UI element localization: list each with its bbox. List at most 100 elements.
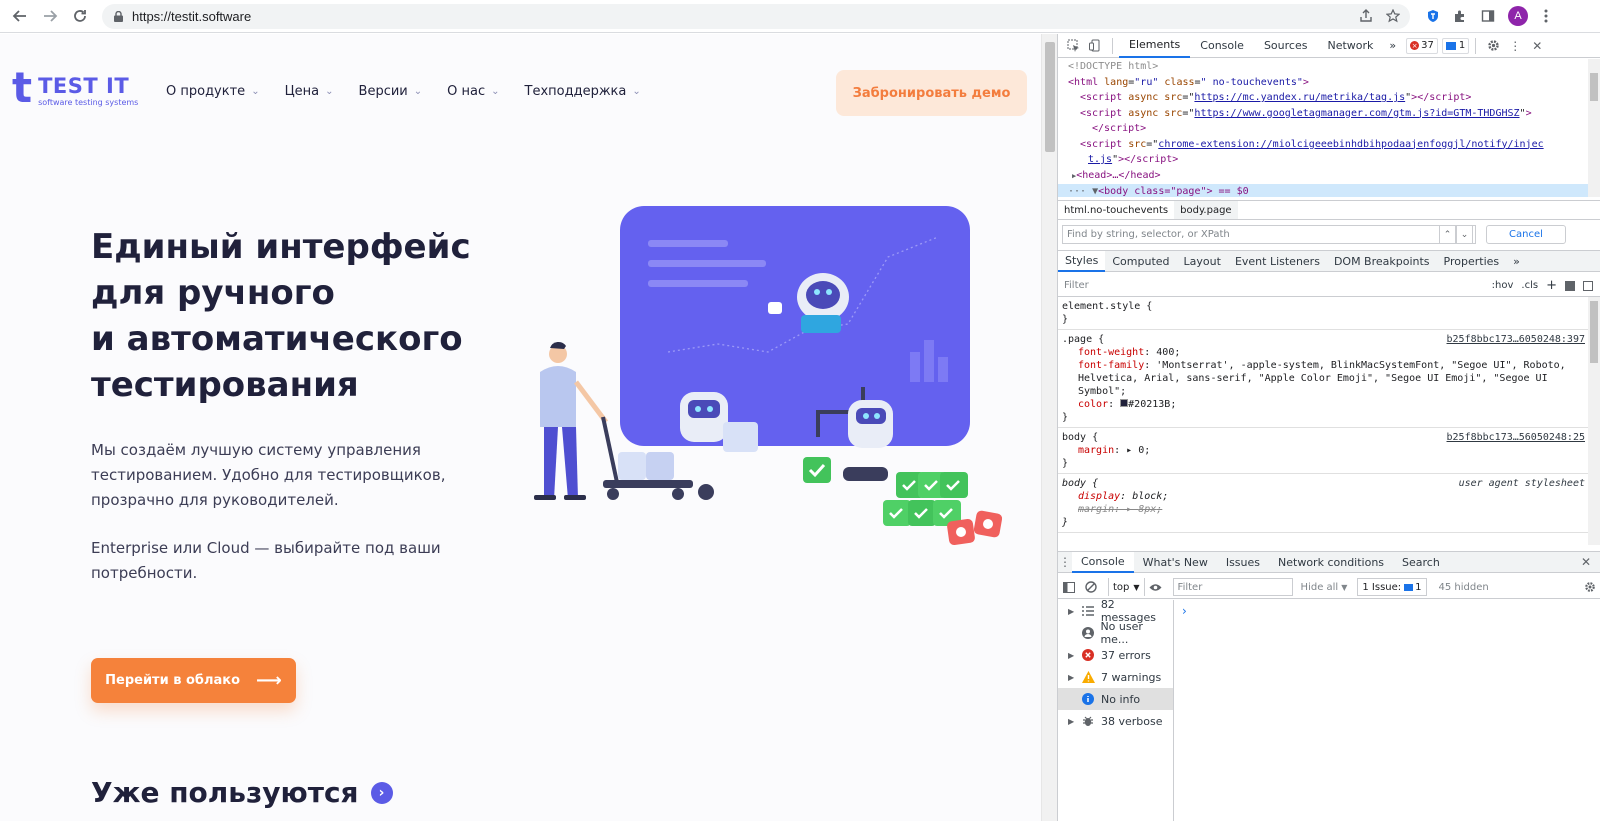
context-selector[interactable]: top ▼ [1108, 578, 1145, 596]
menu-item-product[interactable]: О продукте ⌄ [166, 84, 260, 99]
close-devtools-icon[interactable]: ✕ [1526, 35, 1548, 57]
script-src-link[interactable]: chrome-extension://miolcigeeebinhdbihpod… [1158, 139, 1543, 150]
tab-computed[interactable]: Computed [1105, 251, 1176, 272]
tab-layout[interactable]: Layout [1177, 251, 1228, 272]
back-icon[interactable] [8, 4, 32, 28]
dom-tree[interactable]: <!DOCTYPE html> <html lang="ru" class=" … [1058, 59, 1600, 197]
new-style-rule-icon[interactable]: + [1546, 278, 1557, 293]
more-tabs-button[interactable]: » [1383, 34, 1402, 58]
issue-count-badge[interactable]: 1 [1441, 37, 1470, 54]
rule-source-link[interactable]: b25f8bbc173…56050248:25 [1447, 431, 1585, 444]
dom-scrollbar-thumb[interactable] [1590, 73, 1598, 101]
page-scrollbar[interactable] [1041, 34, 1057, 821]
style-rule-page[interactable]: .page { b25f8bbc173…6050248:397 font-wei… [1058, 330, 1589, 428]
more-styles-tabs-button[interactable]: » [1506, 251, 1527, 272]
prop-display[interactable]: display: block; [1062, 490, 1585, 503]
search-next-icon[interactable]: ⌄ [1456, 225, 1473, 244]
style-rule-element[interactable]: element.style { } [1058, 297, 1589, 330]
console-prompt-icon[interactable]: › [1182, 604, 1187, 618]
cls-toggle[interactable]: .cls [1521, 280, 1538, 291]
breadcrumb-html[interactable]: html.no-touchevents [1058, 201, 1174, 219]
styles-scrollbar[interactable] [1588, 297, 1600, 545]
menu-item-versions[interactable]: Версии ⌄ [359, 84, 423, 99]
sidebar-item-warnings[interactable]: ▶ 7 warnings [1058, 666, 1173, 688]
extensions-puzzle-icon[interactable] [1449, 5, 1471, 27]
dom-line-script[interactable]: <script src="chrome-extension://miolcige… [1068, 137, 1600, 153]
rule-source-link[interactable]: b25f8bbc173…6050248:397 [1447, 333, 1585, 346]
prop-font-weight[interactable]: font-weight: 400; [1062, 346, 1585, 359]
prop-color[interactable]: color: #20213B; [1062, 398, 1585, 411]
menu-item-about[interactable]: О нас ⌄ [447, 84, 499, 99]
live-expression-eye-icon[interactable] [1145, 576, 1167, 598]
dom-line-script-close[interactable]: </script> [1068, 121, 1600, 137]
sidebar-item-errors[interactable]: ▶ 37 errors [1058, 644, 1173, 666]
prop-margin[interactable]: margin: ▸ 0; [1062, 444, 1585, 457]
menu-item-support[interactable]: Техподдержка ⌄ [525, 84, 641, 99]
breadcrumb-body[interactable]: body.page [1174, 201, 1238, 219]
console-sidebar-toggle-icon[interactable] [1058, 576, 1080, 598]
style-rule-body[interactable]: body { b25f8bbc173…56050248:25 margin: ▸… [1058, 428, 1589, 474]
drawer-tab-whats-new[interactable]: What's New [1134, 552, 1217, 573]
color-swatch[interactable] [1120, 399, 1129, 407]
script-src-link[interactable]: https://mc.yandex.ru/metrika/tag.js [1194, 92, 1405, 103]
forward-icon[interactable] [38, 4, 62, 28]
cancel-search-button[interactable]: Cancel [1486, 225, 1566, 244]
styles-filter-input[interactable]: Filter [1058, 280, 1492, 291]
dom-search-input[interactable]: Find by string, selector, or XPath [1062, 225, 1476, 244]
dom-scrollbar[interactable] [1588, 59, 1600, 197]
tab-properties[interactable]: Properties [1437, 251, 1507, 272]
sidebar-item-user-messages[interactable]: No user me... [1058, 620, 1173, 646]
dom-line-script-cont[interactable]: t.js"></script> [1068, 152, 1600, 168]
reload-icon[interactable] [68, 4, 92, 28]
drawer-tab-issues[interactable]: Issues [1217, 552, 1269, 573]
drawer-tab-network-conditions[interactable]: Network conditions [1269, 552, 1393, 573]
browser-menu-icon[interactable] [1535, 5, 1557, 27]
sidebar-item-messages[interactable]: ▶ 82 messages [1058, 598, 1173, 624]
hov-toggle[interactable]: :hov [1492, 280, 1514, 291]
style-rule-user-agent[interactable]: body { user agent stylesheet display: bl… [1058, 474, 1589, 533]
tab-console[interactable]: Console [1190, 34, 1254, 58]
shield-extension-icon[interactable] [1422, 5, 1444, 27]
log-levels-dropdown[interactable]: Hide all ▼ [1301, 582, 1348, 593]
book-demo-button[interactable]: Забронировать демо [836, 70, 1027, 116]
script-src-link[interactable]: t.js [1088, 154, 1112, 165]
address-bar[interactable]: https://testit.software [102, 4, 1410, 29]
sidebar-item-info[interactable]: No info [1058, 688, 1173, 710]
page-scrollbar-thumb[interactable] [1045, 42, 1055, 152]
inspect-element-icon[interactable] [1062, 35, 1084, 57]
devtools-menu-icon[interactable]: ⋮ [1504, 35, 1526, 57]
error-count-badge[interactable]: × 37 [1406, 37, 1438, 54]
close-drawer-icon[interactable]: ✕ [1575, 551, 1597, 573]
prop-font-family[interactable]: font-family: 'Montserrat', -apple-system… [1062, 359, 1585, 398]
dom-line-head[interactable]: ▶<head>…</head> [1068, 168, 1600, 185]
settings-gear-icon[interactable] [1482, 35, 1504, 57]
sidebar-item-verbose[interactable]: ▶ 38 verbose [1058, 710, 1173, 732]
dom-line-script[interactable]: <script async src="https://mc.yandex.ru/… [1068, 90, 1600, 106]
chevron-right-circle-icon[interactable]: › [370, 781, 393, 804]
prop-margin-overridden[interactable]: margin: ▸ 8px; [1062, 503, 1585, 516]
tab-event-listeners[interactable]: Event Listeners [1228, 251, 1327, 272]
device-toolbar-icon[interactable] [1084, 35, 1106, 57]
share-icon[interactable] [1355, 5, 1377, 27]
dom-line-doctype[interactable]: <!DOCTYPE html> [1068, 59, 1600, 75]
styles-scrollbar-thumb[interactable] [1590, 301, 1598, 363]
site-logo[interactable]: t TEST IT software testing systems [12, 67, 138, 109]
profile-avatar[interactable]: A [1507, 5, 1529, 27]
dom-line-html[interactable]: <html lang="ru" class=" no-touchevents"> [1068, 75, 1600, 91]
drawer-tab-console[interactable]: Console [1072, 551, 1134, 573]
side-panel-icon[interactable] [1477, 5, 1499, 27]
drawer-menu-icon[interactable]: ⋮ [1058, 551, 1072, 573]
clear-console-icon[interactable] [1080, 576, 1102, 598]
script-src-link[interactable]: https://www.googletagmanager.com/gtm.js?… [1194, 108, 1519, 119]
tab-sources[interactable]: Sources [1254, 34, 1318, 58]
dom-line-script[interactable]: <script async src="https://www.googletag… [1068, 106, 1600, 122]
console-filter-input[interactable]: Filter [1172, 578, 1293, 596]
menu-item-price[interactable]: Цена ⌄ [285, 84, 334, 99]
tab-network[interactable]: Network [1317, 34, 1383, 58]
toggle-sidebar-icon[interactable] [1583, 280, 1593, 291]
tab-styles[interactable]: Styles [1058, 250, 1106, 272]
tab-elements[interactable]: Elements [1119, 34, 1191, 58]
search-prev-icon[interactable]: ⌃ [1439, 225, 1456, 244]
tab-dom-breakpoints[interactable]: DOM Breakpoints [1327, 251, 1437, 272]
go-to-cloud-button[interactable]: Перейти в облако ⟶ [91, 658, 296, 703]
